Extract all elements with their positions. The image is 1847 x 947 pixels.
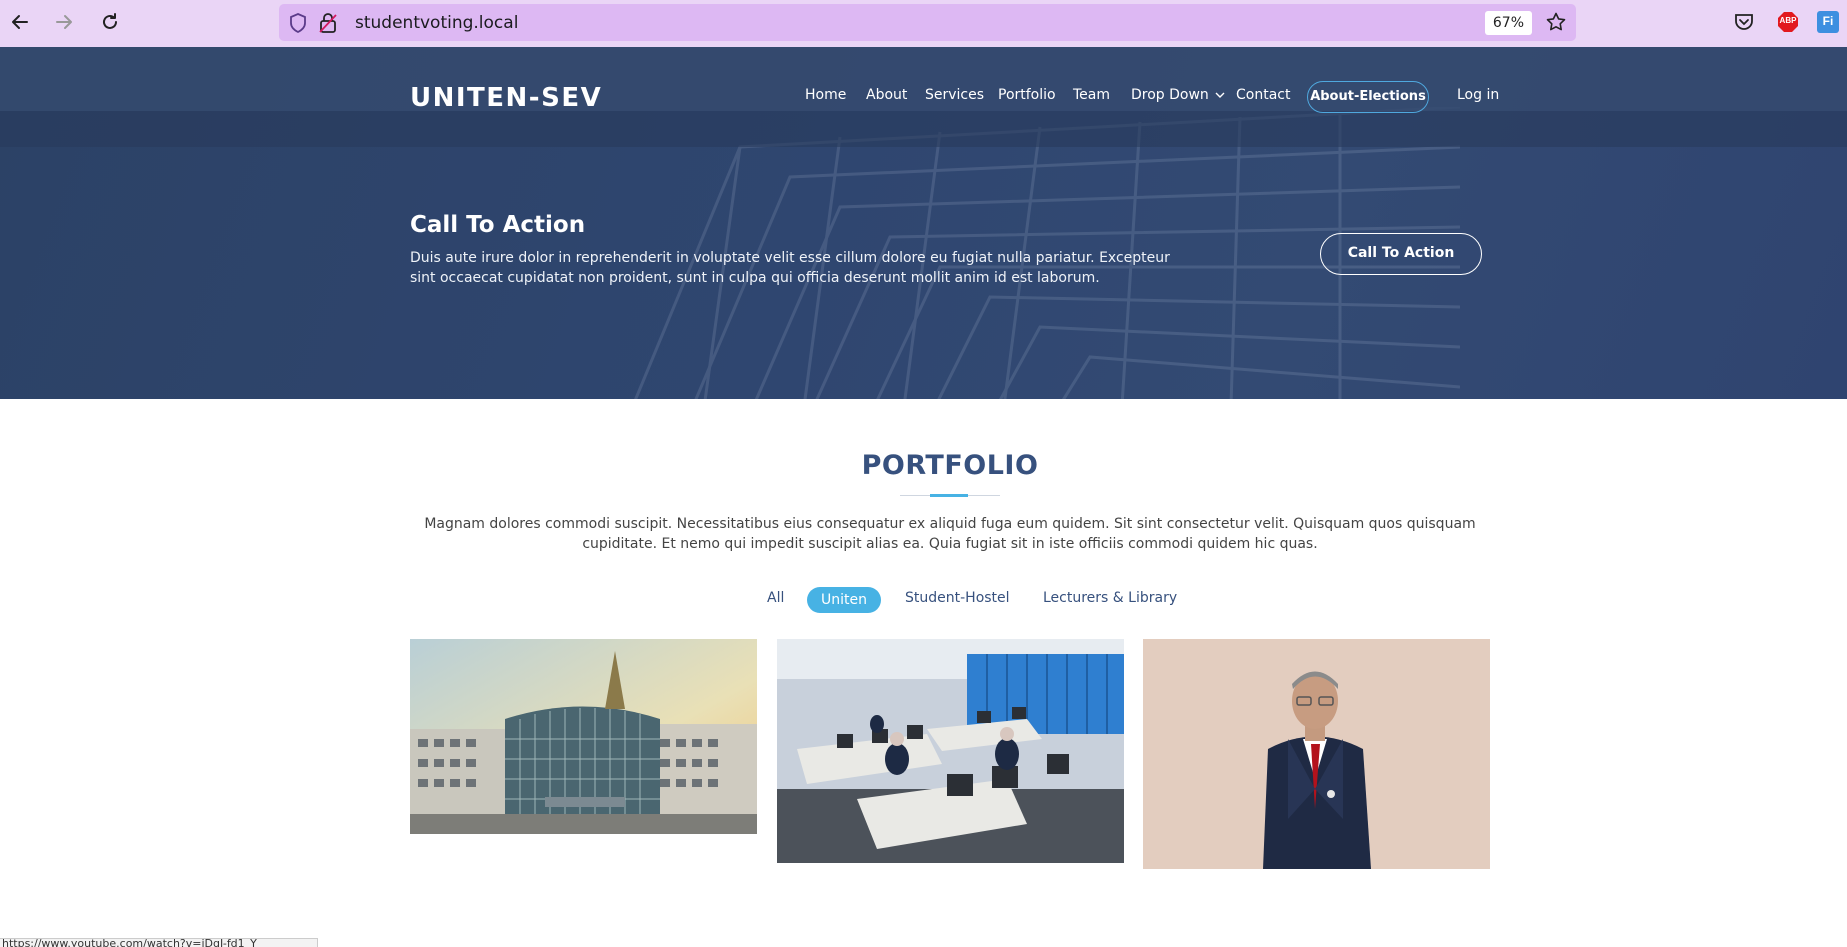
pocket-icon[interactable]	[1733, 11, 1755, 33]
about-elections-button[interactable]: About-Elections	[1307, 81, 1429, 113]
filter-all[interactable]: All	[767, 590, 784, 606]
nav-portfolio[interactable]: Portfolio	[998, 87, 1056, 103]
portfolio-item-campus[interactable]	[410, 639, 757, 834]
lecturer-portrait-image	[1143, 639, 1490, 869]
zoom-level[interactable]: 67%	[1484, 11, 1532, 35]
bookmark-star-icon[interactable]	[1546, 12, 1566, 37]
link-status-bar: https://www.youtube.com/watch?v=jDqJ-fd1…	[0, 938, 318, 947]
shield-icon[interactable]	[289, 13, 307, 38]
url-text: studentvoting.local	[355, 13, 519, 33]
nav-services[interactable]: Services	[925, 87, 984, 103]
filter-uniten[interactable]: Uniten	[807, 587, 881, 613]
reload-icon[interactable]	[98, 10, 122, 34]
adblock-label: ABP	[1779, 16, 1797, 25]
portfolio-description: Magnam dolores commodi suscipit. Necessi…	[424, 516, 1476, 552]
site-header	[0, 47, 1847, 111]
translate-icon[interactable]: Fi	[1817, 11, 1839, 33]
cta-title: Call To Action	[410, 212, 586, 238]
back-icon[interactable]	[8, 10, 32, 34]
campus-building-image	[410, 639, 757, 834]
title-divider-accent	[930, 494, 968, 497]
cta-button[interactable]: Call To Action	[1320, 233, 1482, 275]
filter-student-hostel[interactable]: Student-Hostel	[905, 590, 1010, 606]
adblock-icon[interactable]: ABP	[1777, 11, 1799, 33]
cta-section: UNITEN-SEV Home About Services Portfolio…	[0, 47, 1847, 399]
forward-icon[interactable]	[52, 10, 76, 34]
nav-contact[interactable]: Contact	[1236, 87, 1290, 103]
cta-text: Duis aute irure dolor in reprehenderit i…	[410, 250, 1170, 286]
browser-toolbar: studentvoting.local 67% ABP Fi	[0, 0, 1847, 47]
address-bar[interactable]: studentvoting.local 67%	[279, 4, 1576, 41]
portfolio-title: PORTFOLIO	[861, 450, 1039, 481]
nav-about[interactable]: About	[866, 87, 907, 103]
chevron-down-icon	[1215, 92, 1225, 98]
nav-dropdown-label: Drop Down	[1131, 87, 1209, 103]
lock-icon[interactable]	[319, 12, 337, 39]
portfolio-item-lecturer[interactable]	[1143, 639, 1490, 869]
nav-home[interactable]: Home	[805, 87, 846, 103]
portfolio-item-computer-lab[interactable]	[777, 639, 1124, 863]
computer-lab-image	[777, 639, 1124, 863]
site-logo[interactable]: UNITEN-SEV	[410, 83, 602, 113]
login-link[interactable]: Log in	[1457, 87, 1499, 103]
nav-team[interactable]: Team	[1073, 87, 1110, 103]
translate-label: Fi	[1822, 14, 1834, 28]
filter-lecturers-library[interactable]: Lecturers & Library	[1043, 590, 1177, 606]
nav-dropdown[interactable]: Drop Down	[1131, 87, 1225, 103]
